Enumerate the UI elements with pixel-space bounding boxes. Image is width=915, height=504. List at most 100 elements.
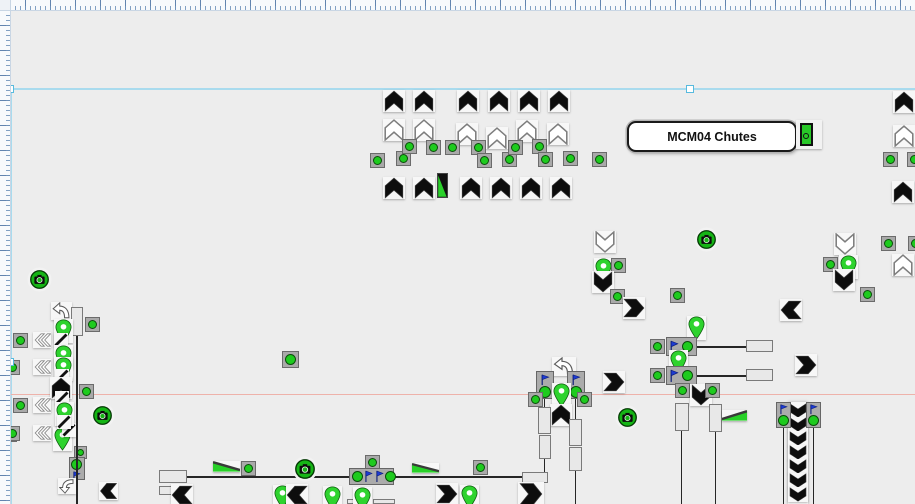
belt-incline-indicator xyxy=(412,463,439,473)
status-indicator[interactable] xyxy=(675,383,690,398)
status-dot xyxy=(368,458,377,467)
status-indicator[interactable] xyxy=(508,140,523,155)
status-indicator[interactable] xyxy=(650,339,665,354)
flow-chevron-up xyxy=(893,91,915,113)
status-dot xyxy=(429,143,438,152)
guide-line xyxy=(10,394,915,395)
camera-icon[interactable] xyxy=(618,408,637,427)
status-indicator[interactable] xyxy=(352,471,363,482)
status-indicator[interactable] xyxy=(402,139,417,154)
camera-icon[interactable] xyxy=(93,406,112,425)
sensor-flag-icon[interactable] xyxy=(374,469,385,483)
flow-chevron-up xyxy=(383,90,405,112)
status-indicator[interactable] xyxy=(473,460,488,475)
conveyor-segment xyxy=(373,499,395,504)
camera-icon[interactable] xyxy=(295,459,315,479)
flow-chevron-up xyxy=(548,90,570,112)
flow-chevron-outline-up xyxy=(383,119,405,141)
valve-panel xyxy=(796,120,822,149)
status-indicator[interactable] xyxy=(778,415,789,426)
ruler-corner xyxy=(0,0,11,11)
flow-chevron-outline-down xyxy=(834,233,856,255)
status-dot xyxy=(531,395,540,404)
status-dot xyxy=(595,155,604,164)
status-dot xyxy=(886,155,895,164)
status-indicator[interactable] xyxy=(13,398,28,413)
status-indicator[interactable] xyxy=(563,151,578,166)
flow-chevron-up xyxy=(383,177,405,199)
double-chevron-left-icon xyxy=(33,397,51,413)
sensor-flag-icon[interactable] xyxy=(668,368,680,383)
status-indicator[interactable] xyxy=(528,392,543,407)
status-dot xyxy=(448,143,457,152)
status-dot xyxy=(511,143,520,152)
status-indicator[interactable] xyxy=(592,152,607,167)
status-indicator[interactable] xyxy=(577,392,592,407)
status-dot xyxy=(910,155,915,164)
camera-icon[interactable] xyxy=(697,230,716,249)
chute-group-label[interactable]: MCM04 Chutes xyxy=(627,121,797,152)
sensor-flag-icon[interactable] xyxy=(778,403,789,415)
ruler-horizontal[interactable] xyxy=(0,0,915,11)
status-indicator[interactable] xyxy=(282,351,299,368)
conveyor-segment xyxy=(675,403,689,431)
flow-chevron-right xyxy=(603,371,625,393)
status-indicator[interactable] xyxy=(85,317,100,332)
status-indicator[interactable] xyxy=(860,287,875,302)
status-indicator[interactable] xyxy=(907,152,915,167)
status-indicator[interactable] xyxy=(670,288,685,303)
status-indicator[interactable] xyxy=(808,415,819,426)
status-dot xyxy=(399,154,408,163)
status-indicator[interactable] xyxy=(370,153,385,168)
status-indicator[interactable] xyxy=(881,236,896,251)
location-pin-icon[interactable] xyxy=(353,487,372,504)
status-dot xyxy=(244,464,253,473)
status-indicator[interactable] xyxy=(650,368,665,383)
status-dot xyxy=(480,156,489,165)
gate-indicator[interactable] xyxy=(437,173,448,198)
status-indicator[interactable] xyxy=(538,152,553,167)
status-dot xyxy=(82,387,91,396)
camera-icon[interactable] xyxy=(30,270,49,289)
gate-valve-indicator[interactable] xyxy=(800,123,813,146)
flow-chevron-up xyxy=(413,90,435,112)
status-indicator[interactable] xyxy=(705,383,720,398)
connector-line xyxy=(697,346,746,348)
flow-chevron-down xyxy=(788,487,808,502)
status-dot xyxy=(826,260,835,269)
location-pin-icon[interactable] xyxy=(460,485,479,504)
connector-line xyxy=(813,428,814,504)
valve-stem-icon xyxy=(803,133,809,139)
conveyor-segment xyxy=(539,435,551,459)
status-indicator[interactable] xyxy=(426,140,441,155)
sensor-flag-icon[interactable] xyxy=(363,469,374,483)
ruler-vertical[interactable] xyxy=(0,0,11,504)
status-indicator[interactable] xyxy=(241,461,256,476)
status-indicator[interactable] xyxy=(13,333,28,348)
conveyor-segment xyxy=(709,404,722,432)
sensor-flag-icon[interactable] xyxy=(808,403,819,415)
status-indicator[interactable] xyxy=(682,370,693,381)
conveyor-segment xyxy=(746,369,773,381)
status-indicator[interactable] xyxy=(385,471,396,482)
double-chevron-left-icon xyxy=(33,425,51,441)
sensor-flag-icon[interactable] xyxy=(570,373,582,386)
status-dot xyxy=(77,449,84,456)
status-indicator[interactable] xyxy=(883,152,898,167)
flow-chevron-right xyxy=(623,297,645,319)
selection-handle[interactable] xyxy=(686,85,694,93)
location-pin-icon[interactable] xyxy=(323,486,342,504)
status-indicator[interactable] xyxy=(79,384,94,399)
sensor-flag-icon[interactable] xyxy=(539,373,551,386)
scada-canvas-editor: MCM04 Chutes xyxy=(0,0,915,504)
flow-chevron-right xyxy=(436,483,458,504)
connector-line xyxy=(575,399,576,420)
status-indicator[interactable] xyxy=(477,153,492,168)
connector-line xyxy=(681,431,682,504)
status-indicator[interactable] xyxy=(908,236,915,251)
belt-incline-indicator xyxy=(213,461,240,472)
status-indicator[interactable] xyxy=(445,140,460,155)
flow-chevron-up xyxy=(550,177,572,199)
status-dot xyxy=(535,142,544,151)
status-dot xyxy=(373,156,382,165)
